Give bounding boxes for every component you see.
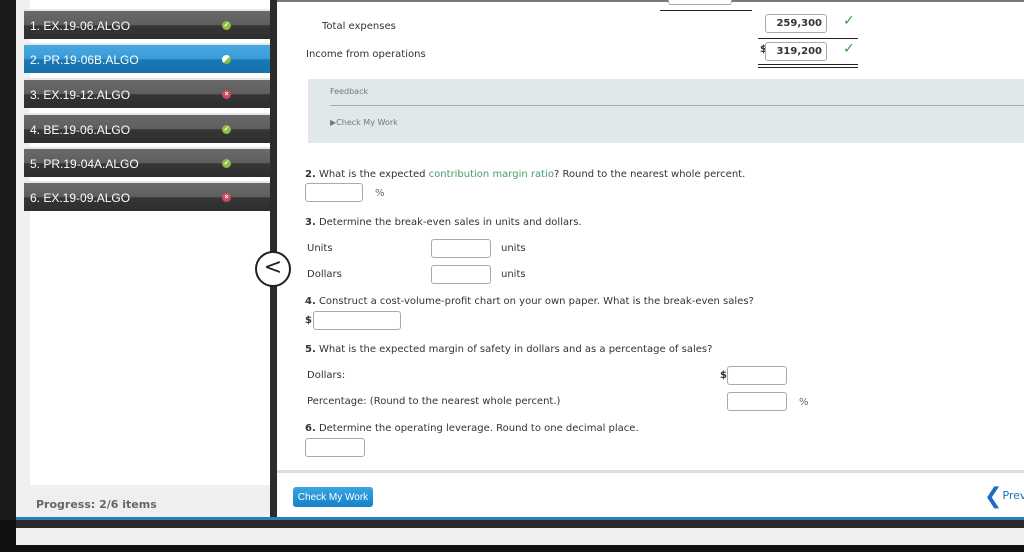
rule: [758, 38, 858, 39]
mos-percent-label: Percentage: (Round to the nearest whole …: [307, 396, 561, 407]
feedback-title: Feedback: [330, 87, 369, 96]
sidebar-item-5[interactable]: 5. PR.19-04A.ALGO ✓: [24, 147, 270, 177]
toggle-label: Check My Work: [336, 118, 398, 127]
check-my-work-button[interactable]: Check My Work: [293, 487, 373, 507]
percent-unit: %: [799, 397, 809, 408]
currency-symbol: $: [305, 315, 312, 326]
dollars-unit: units: [501, 269, 526, 280]
check-icon: ✓: [222, 21, 231, 30]
bottom-bar: [16, 520, 1024, 528]
q-num: 6.: [305, 423, 316, 434]
currency-symbol: $: [720, 370, 727, 381]
sidebar-item-label: 4. BE.19-06.ALGO: [30, 123, 131, 137]
q-num: 4.: [305, 296, 316, 307]
mos-percent-input[interactable]: [727, 392, 787, 411]
dollars-label: Dollars: [307, 269, 342, 280]
chevron-left-icon: <: [263, 255, 283, 280]
sidebar-item-2[interactable]: 2. PR.19-06B.ALGO: [24, 43, 270, 73]
admin-expenses-input[interactable]: [668, 0, 732, 5]
cm-ratio-input[interactable]: [305, 183, 363, 202]
check-icon: ✓: [222, 159, 231, 168]
question-6: 6. Determine the operating leverage. Rou…: [305, 423, 639, 434]
x-icon: ×: [222, 90, 231, 99]
q-text: What is the expected: [318, 169, 429, 180]
sidebar-item-1[interactable]: 1. EX.19-06.ALGO ✓: [24, 9, 270, 39]
total-expenses-input[interactable]: 259,300: [765, 14, 827, 33]
previous-button[interactable]: ❮Previous: [984, 484, 1024, 509]
q-text: Construct a cost-volume-profit chart on …: [318, 296, 754, 307]
check-icon: ✓: [843, 41, 855, 57]
q-text: ? Round to the nearest whole percent.: [553, 169, 746, 180]
q-text: Determine the operating leverage. Round …: [318, 423, 639, 434]
divider: [330, 105, 1024, 106]
question-3: 3. Determine the break-even sales in uni…: [305, 217, 582, 228]
footer: [277, 470, 1024, 520]
units-unit: units: [501, 243, 526, 254]
chevron-left-icon: ❮: [984, 484, 1003, 509]
x-icon: ×: [222, 193, 231, 202]
partial-icon: [222, 55, 231, 64]
collapse-sidebar-button[interactable]: <: [255, 251, 291, 287]
top-border: [277, 0, 1024, 2]
rule: [660, 10, 752, 11]
question-2: 2. What is the expected contribution mar…: [305, 169, 745, 180]
income-input[interactable]: 319,200: [765, 42, 827, 61]
mos-dollars-label: Dollars:: [307, 370, 346, 381]
q-num: 2.: [305, 169, 316, 180]
break-even-dollars-input[interactable]: [431, 265, 491, 284]
operating-leverage-input[interactable]: [305, 438, 365, 457]
double-rule: [758, 64, 858, 68]
units-label: Units: [307, 243, 333, 254]
sidebar-item-label: 6. EX.19-09.ALGO: [30, 191, 131, 205]
break-even-sales-input[interactable]: [313, 311, 401, 330]
sidebar-item-label: 2. PR.19-06B.ALGO: [30, 53, 139, 67]
mos-dollars-input[interactable]: [727, 366, 787, 385]
check-icon: ✓: [843, 13, 855, 29]
sidebar-item-label: 3. EX.19-12.ALGO: [30, 88, 131, 102]
percent-unit: %: [375, 188, 385, 199]
q-text: Determine the break-even sales in units …: [318, 217, 582, 228]
break-even-units-input[interactable]: [431, 239, 491, 258]
total-expenses-label: Total expenses: [322, 21, 396, 32]
sidebar-item-label: 5. PR.19-04A.ALGO: [30, 157, 139, 171]
status-bar: [16, 528, 1024, 545]
q-text: What is the expected margin of safety in…: [318, 344, 713, 355]
contribution-margin-link[interactable]: contribution margin ratio: [429, 169, 554, 180]
feedback-panel: Feedback ▶Check My Work: [308, 79, 1024, 143]
progress-text: Progress: 2/6 items: [36, 498, 157, 511]
question-4: 4. Construct a cost-volume-profit chart …: [305, 296, 754, 307]
main-content: [277, 0, 1024, 520]
previous-label: Previous: [1002, 489, 1024, 502]
income-label: Income from operations: [306, 49, 426, 60]
check-my-work-toggle[interactable]: ▶Check My Work: [330, 118, 398, 127]
sidebar-item-4[interactable]: 4. BE.19-06.ALGO ✓: [24, 113, 270, 143]
window-edge: [0, 0, 16, 520]
q-num: 5.: [305, 344, 316, 355]
sidebar-item-3[interactable]: 3. EX.19-12.ALGO ×: [24, 78, 270, 108]
q-num: 3.: [305, 217, 316, 228]
check-icon: ✓: [222, 125, 231, 134]
sidebar-item-6[interactable]: 6. EX.19-09.ALGO ×: [24, 181, 270, 211]
question-5: 5. What is the expected margin of safety…: [305, 344, 712, 355]
sidebar-item-label: 1. EX.19-06.ALGO: [30, 19, 131, 33]
